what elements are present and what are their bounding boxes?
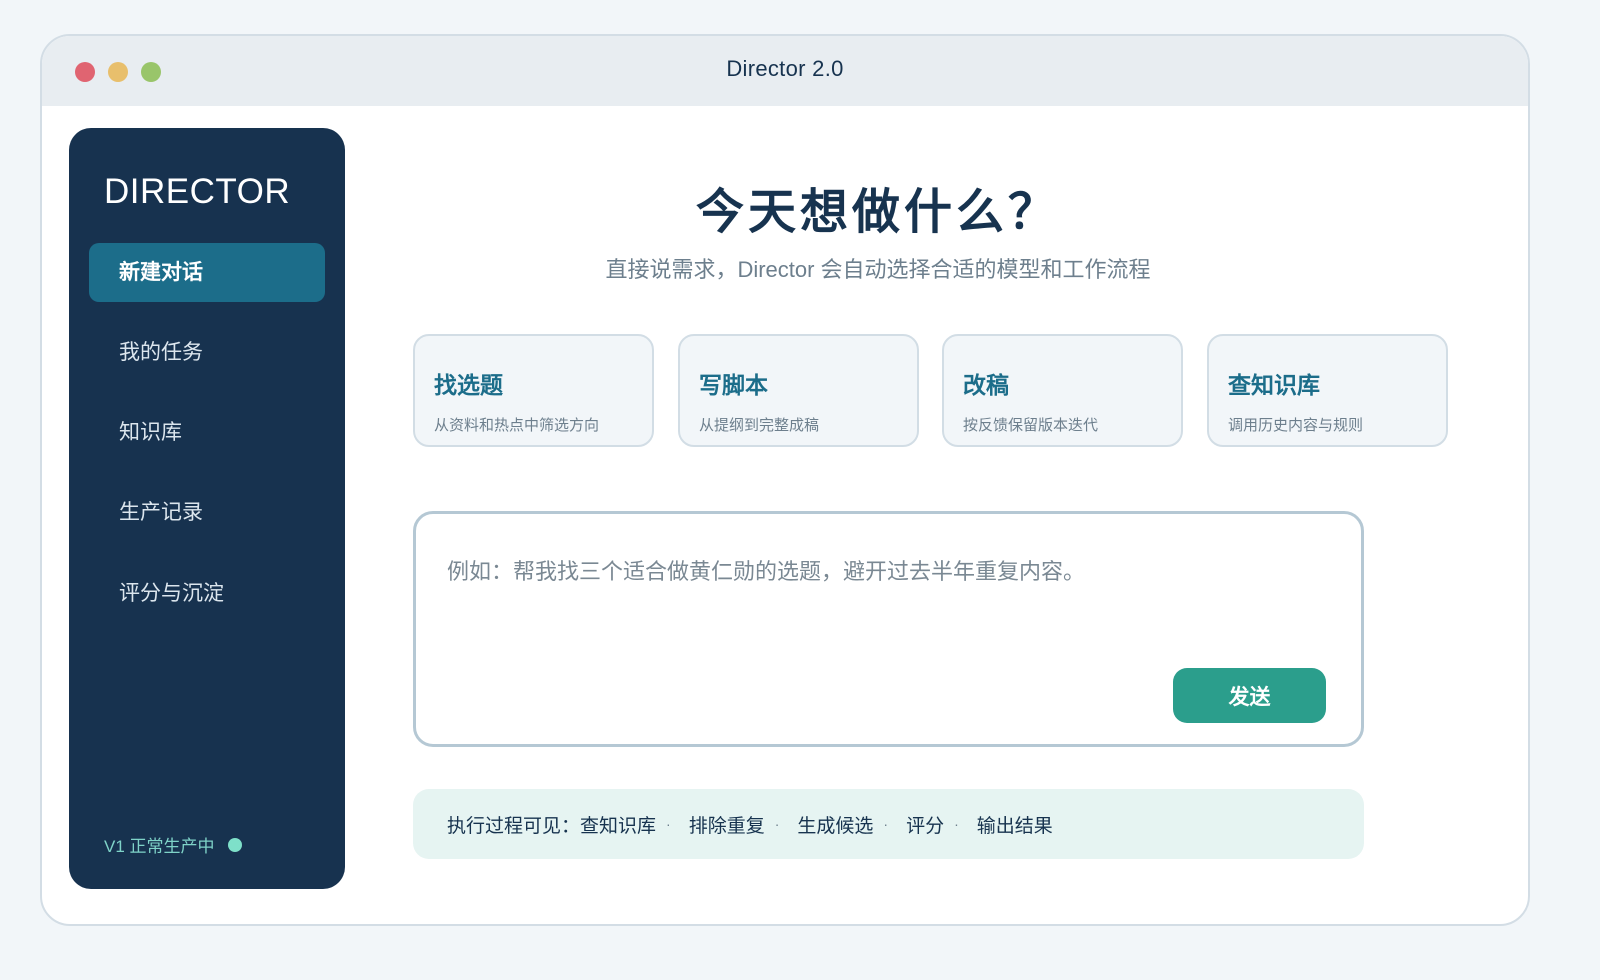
sidebar-item-label: 新建对话 bbox=[119, 261, 203, 284]
sidebar-item-scoring[interactable]: 评分与沉淀 bbox=[89, 564, 325, 623]
card-title: 找选题 bbox=[434, 372, 503, 398]
sidebar-item-label: 知识库 bbox=[119, 421, 182, 444]
process-step: 输出结果 bbox=[976, 815, 1053, 837]
page-title: 今天想做什么？ bbox=[695, 186, 1060, 239]
process-step: 排除重复 bbox=[688, 815, 765, 837]
page-subtitle: 直接说需求，Director 会自动选择合适的模型和工作流程 bbox=[605, 257, 1151, 282]
sidebar-item-knowledge-base[interactable]: 知识库 bbox=[89, 403, 325, 462]
card-title: 写脚本 bbox=[699, 372, 768, 398]
quick-action-search-knowledge[interactable]: 查知识库 调用历史内容与规则 bbox=[1207, 334, 1448, 447]
sidebar-item-label: 我的任务 bbox=[119, 341, 203, 364]
quick-action-revise-draft[interactable]: 改稿 按反馈保留版本迭代 bbox=[942, 334, 1183, 447]
process-steps-bar: 执行过程可见： 查知识库 · 排除重复 · 生成候选 · 评分 · 输出结果 bbox=[413, 789, 1364, 859]
brand-logo: DIRECTOR bbox=[104, 172, 291, 211]
window-title: Director 2.0 bbox=[726, 56, 844, 81]
step-separator: · bbox=[883, 816, 889, 832]
status-indicator: V1 正常生产中 bbox=[104, 832, 242, 857]
quick-action-write-script[interactable]: 写脚本 从提纲到完整成稿 bbox=[678, 334, 919, 447]
sidebar-item-production-log[interactable]: 生产记录 bbox=[89, 483, 325, 542]
card-description: 从提纲到完整成稿 bbox=[699, 417, 820, 434]
sidebar-item-my-tasks[interactable]: 我的任务 bbox=[89, 323, 325, 382]
step-separator: · bbox=[774, 816, 780, 832]
sidebar-item-new-chat[interactable]: 新建对话 bbox=[89, 243, 325, 302]
prompt-composer: 发送 bbox=[413, 511, 1364, 747]
card-description: 按反馈保留版本迭代 bbox=[963, 417, 1099, 434]
process-step: 查知识库 bbox=[580, 815, 657, 837]
quick-action-find-topic[interactable]: 找选题 从资料和热点中筛选方向 bbox=[413, 334, 654, 447]
step-separator: · bbox=[666, 816, 671, 832]
card-description: 从资料和热点中筛选方向 bbox=[434, 417, 600, 434]
card-title: 改稿 bbox=[963, 372, 1009, 398]
prompt-input[interactable] bbox=[447, 554, 1307, 654]
sidebar-item-label: 生产记录 bbox=[119, 501, 203, 524]
sidebar: DIRECTOR 新建对话 我的任务 知识库 生产记录 评分与沉淀 V1 正常生… bbox=[69, 128, 345, 889]
send-button[interactable]: 发送 bbox=[1173, 668, 1326, 723]
status-text: V1 正常生产中 bbox=[104, 837, 215, 856]
process-prefix: 执行过程可见： bbox=[447, 815, 581, 837]
app-window: Director 2.0 DIRECTOR 新建对话 我的任务 知识库 生产记录… bbox=[40, 34, 1530, 926]
card-title: 查知识库 bbox=[1228, 372, 1320, 398]
process-step: 评分 bbox=[906, 815, 945, 837]
sidebar-item-label: 评分与沉淀 bbox=[119, 582, 224, 605]
title-bar: Director 2.0 bbox=[42, 36, 1528, 106]
process-step: 生成候选 bbox=[797, 815, 874, 837]
status-dot-icon bbox=[227, 837, 242, 852]
step-separator: · bbox=[954, 816, 959, 832]
card-description: 调用历史内容与规则 bbox=[1228, 417, 1364, 434]
